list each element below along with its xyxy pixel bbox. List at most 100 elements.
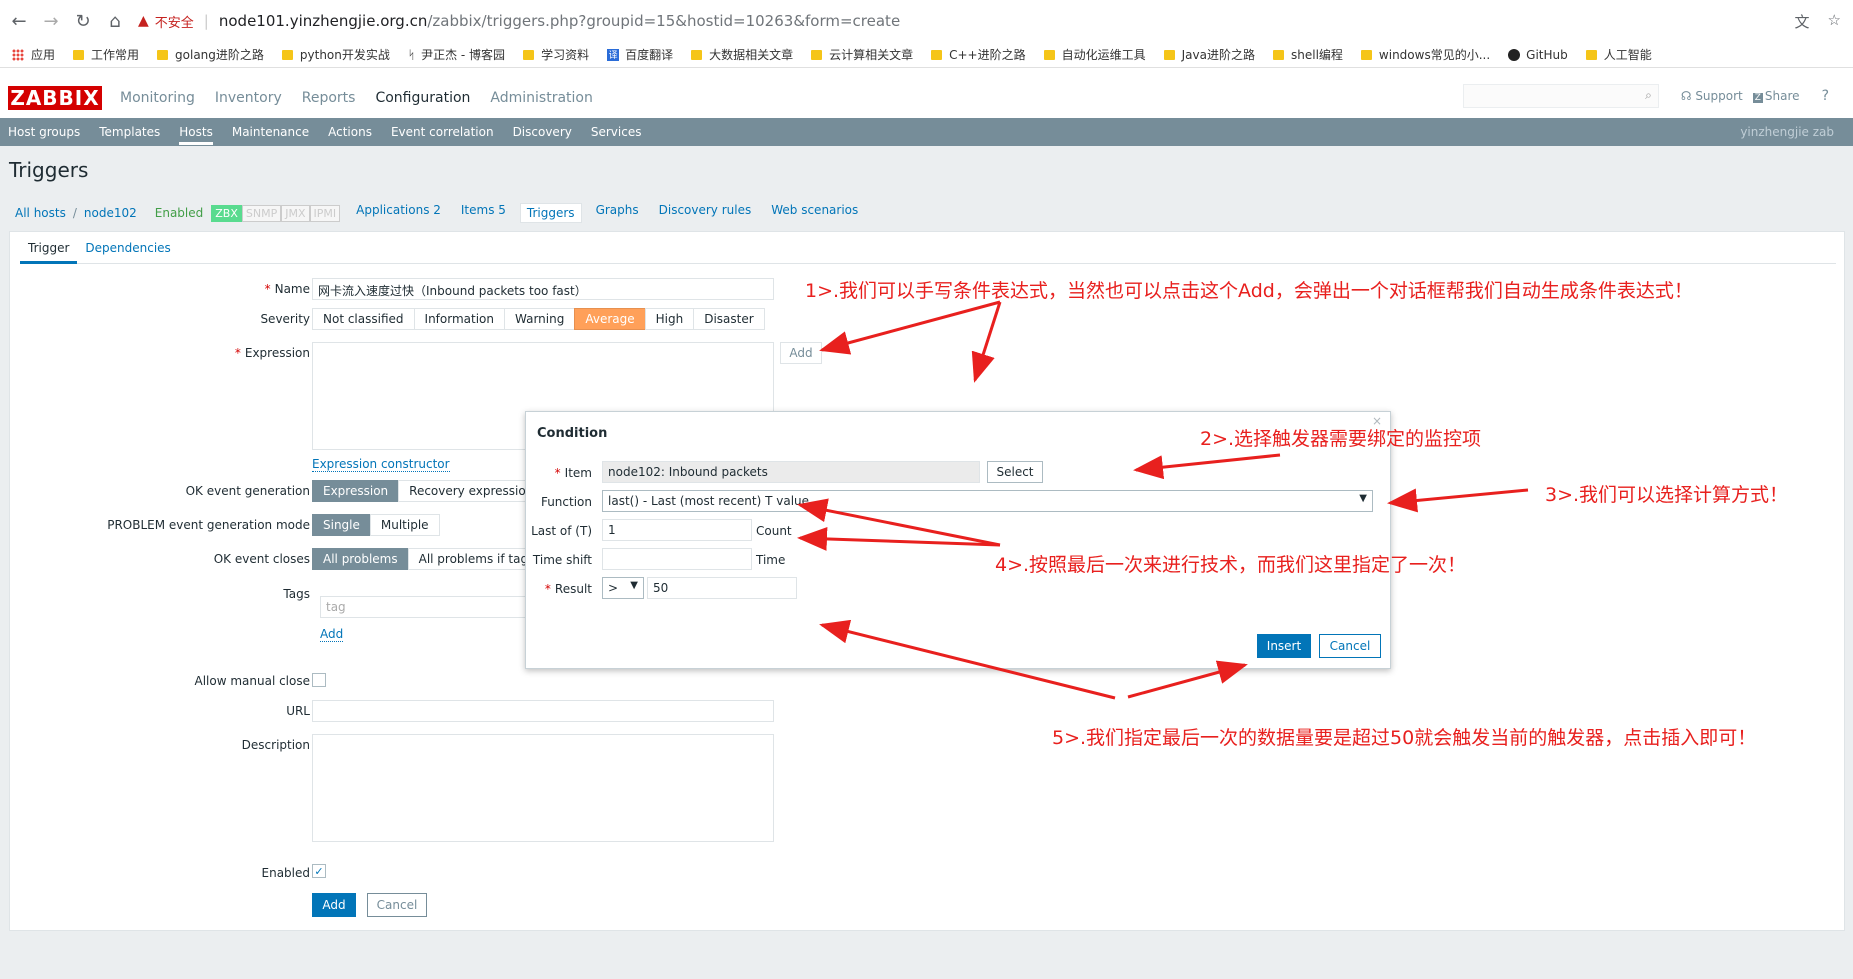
count-label[interactable]: Count: [756, 524, 792, 538]
severity-high[interactable]: High: [644, 308, 695, 330]
tab-trigger[interactable]: Trigger: [20, 232, 78, 264]
problem-mode-single[interactable]: Single: [312, 514, 371, 536]
menu-configuration[interactable]: Configuration: [375, 90, 470, 106]
submenu-hosts[interactable]: Hosts: [179, 119, 213, 145]
dialog-cancel-button[interactable]: Cancel: [1319, 634, 1381, 658]
menu-administration[interactable]: Administration: [490, 90, 592, 106]
name-input[interactable]: 网卡流入速度过快（Inbound packets too fast）: [312, 278, 774, 300]
home-icon[interactable]: ⌂: [102, 8, 128, 34]
folder-icon: [931, 49, 943, 60]
tags-label: Tags: [283, 587, 310, 601]
problem-mode-selector: Single Multiple: [312, 514, 440, 536]
bookmark-item[interactable]: 工作常用: [73, 46, 139, 63]
submenu-discovery[interactable]: Discovery: [513, 125, 572, 139]
ok-closes-label: OK event closes: [213, 552, 310, 566]
search-icon[interactable]: ⌕: [1645, 88, 1652, 103]
severity-warning[interactable]: Warning: [504, 308, 576, 330]
bookmark-item[interactable]: python开发实战: [281, 46, 390, 63]
submenu-host-groups[interactable]: Host groups: [8, 125, 80, 139]
cancel-trigger-button[interactable]: Cancel: [367, 893, 427, 917]
tab-discovery-rules[interactable]: Discovery rules: [659, 203, 752, 223]
bookmark-apps[interactable]: 应用: [12, 46, 55, 63]
submenu-actions[interactable]: Actions: [328, 125, 372, 139]
tab-applications[interactable]: Applications 2: [356, 203, 441, 223]
reload-icon[interactable]: ↻: [70, 8, 96, 34]
ok-gen-expression[interactable]: Expression: [312, 480, 400, 502]
tab-dependencies[interactable]: Dependencies: [77, 232, 178, 264]
current-user[interactable]: yinzhengjie zab: [1740, 125, 1834, 139]
result-operator-select[interactable]: > ▼: [602, 577, 644, 599]
star-icon[interactable]: ☆: [1828, 11, 1841, 32]
warning-icon: ▲: [138, 13, 149, 29]
submenu-services[interactable]: Services: [591, 125, 642, 139]
function-select[interactable]: last() - Last (most recent) T value ▼: [602, 490, 1373, 512]
tab-graphs[interactable]: Graphs: [596, 203, 639, 223]
result-value-input[interactable]: 50: [647, 577, 797, 599]
add-trigger-button[interactable]: Add: [312, 893, 356, 917]
name-label: * Name: [264, 282, 310, 296]
forward-icon[interactable]: →: [38, 8, 64, 34]
menu-reports[interactable]: Reports: [302, 90, 356, 106]
expression-constructor-link[interactable]: Expression constructor: [312, 457, 450, 472]
breadcrumb-host[interactable]: node102: [84, 206, 137, 220]
last-of-input[interactable]: 1: [602, 519, 752, 541]
folder-icon: [811, 49, 823, 60]
ok-closes-selector: All problems All problems if tag val: [312, 548, 561, 570]
bookmark-item[interactable]: windows常见的小...: [1360, 46, 1490, 63]
sub-menu: Host groups Templates Hosts Maintenance …: [0, 118, 1853, 146]
item-input[interactable]: node102: Inbound packets: [602, 461, 980, 483]
breadcrumb-all-hosts[interactable]: All hosts: [15, 206, 66, 220]
time-shift-input[interactable]: [602, 548, 752, 570]
url-host: node101.yinzhengjie.org.cn: [218, 12, 428, 30]
insert-button[interactable]: Insert: [1257, 634, 1311, 658]
ok-gen-recovery-expression[interactable]: Recovery expression: [398, 480, 545, 502]
submenu-event-correlation[interactable]: Event correlation: [391, 125, 494, 139]
ok-closes-all[interactable]: All problems: [312, 548, 409, 570]
tab-items[interactable]: Items 5: [461, 203, 506, 223]
severity-not-classified[interactable]: Not classified: [312, 308, 415, 330]
submenu-maintenance[interactable]: Maintenance: [232, 125, 309, 139]
url-input[interactable]: [312, 700, 774, 722]
share-link[interactable]: Z Share: [1752, 89, 1800, 103]
folder-icon: [1360, 49, 1372, 60]
bookmark-item[interactable]: 学习资料: [523, 46, 589, 63]
problem-mode-multiple[interactable]: Multiple: [369, 514, 440, 536]
item-select-button[interactable]: Select: [987, 461, 1043, 483]
back-icon[interactable]: ←: [6, 8, 32, 34]
bookmark-item[interactable]: 译百度翻译: [607, 46, 673, 63]
enabled-checkbox[interactable]: ✓: [312, 864, 326, 878]
menu-inventory[interactable]: Inventory: [215, 90, 282, 106]
address-bar[interactable]: ▲ 不安全 | node101.yinzhengjie.org.cn/zabbix…: [138, 6, 1841, 36]
severity-average[interactable]: Average: [574, 308, 646, 330]
bookmark-item[interactable]: 大数据相关文章: [691, 46, 793, 63]
translate-icon[interactable]: 文: [1795, 11, 1810, 32]
menu-monitoring[interactable]: Monitoring: [120, 90, 195, 106]
host-status[interactable]: Enabled: [155, 206, 204, 220]
tab-web-scenarios[interactable]: Web scenarios: [771, 203, 858, 223]
description-textarea[interactable]: [312, 734, 774, 842]
bookmark-item[interactable]: 云计算相关文章: [811, 46, 913, 63]
bookmark-item[interactable]: GitHub: [1508, 48, 1568, 62]
bookmark-item[interactable]: ᛋ 尹正杰 - 博客园: [408, 46, 505, 63]
bookmark-item[interactable]: C++进阶之路: [931, 46, 1026, 63]
severity-disaster[interactable]: Disaster: [693, 308, 765, 330]
insecure-indicator[interactable]: ▲ 不安全: [138, 12, 194, 31]
bookmark-item[interactable]: 人工智能: [1585, 46, 1652, 63]
bookmark-item[interactable]: shell编程: [1273, 46, 1343, 63]
dialog-title: Condition: [537, 426, 608, 441]
manual-close-checkbox[interactable]: [312, 673, 326, 687]
submenu-templates[interactable]: Templates: [99, 125, 160, 139]
bookmark-item[interactable]: 自动化运维工具: [1043, 46, 1146, 63]
bookmark-item[interactable]: Java进阶之路: [1163, 46, 1255, 63]
tab-triggers[interactable]: Triggers: [519, 203, 582, 223]
support-link[interactable]: ☊ Support: [1681, 89, 1743, 103]
zabbix-logo[interactable]: ZABBIX: [8, 86, 102, 110]
tags-add-link[interactable]: Add: [320, 627, 344, 642]
global-search-input[interactable]: ⌕: [1462, 84, 1659, 108]
help-icon[interactable]: ?: [1822, 88, 1829, 104]
tag-input[interactable]: tag: [320, 596, 540, 618]
badge-jmx: JMX: [281, 204, 310, 222]
severity-information[interactable]: Information: [413, 308, 505, 330]
expression-add-button[interactable]: Add: [780, 342, 822, 364]
bookmark-item[interactable]: golang进阶之路: [157, 46, 264, 63]
